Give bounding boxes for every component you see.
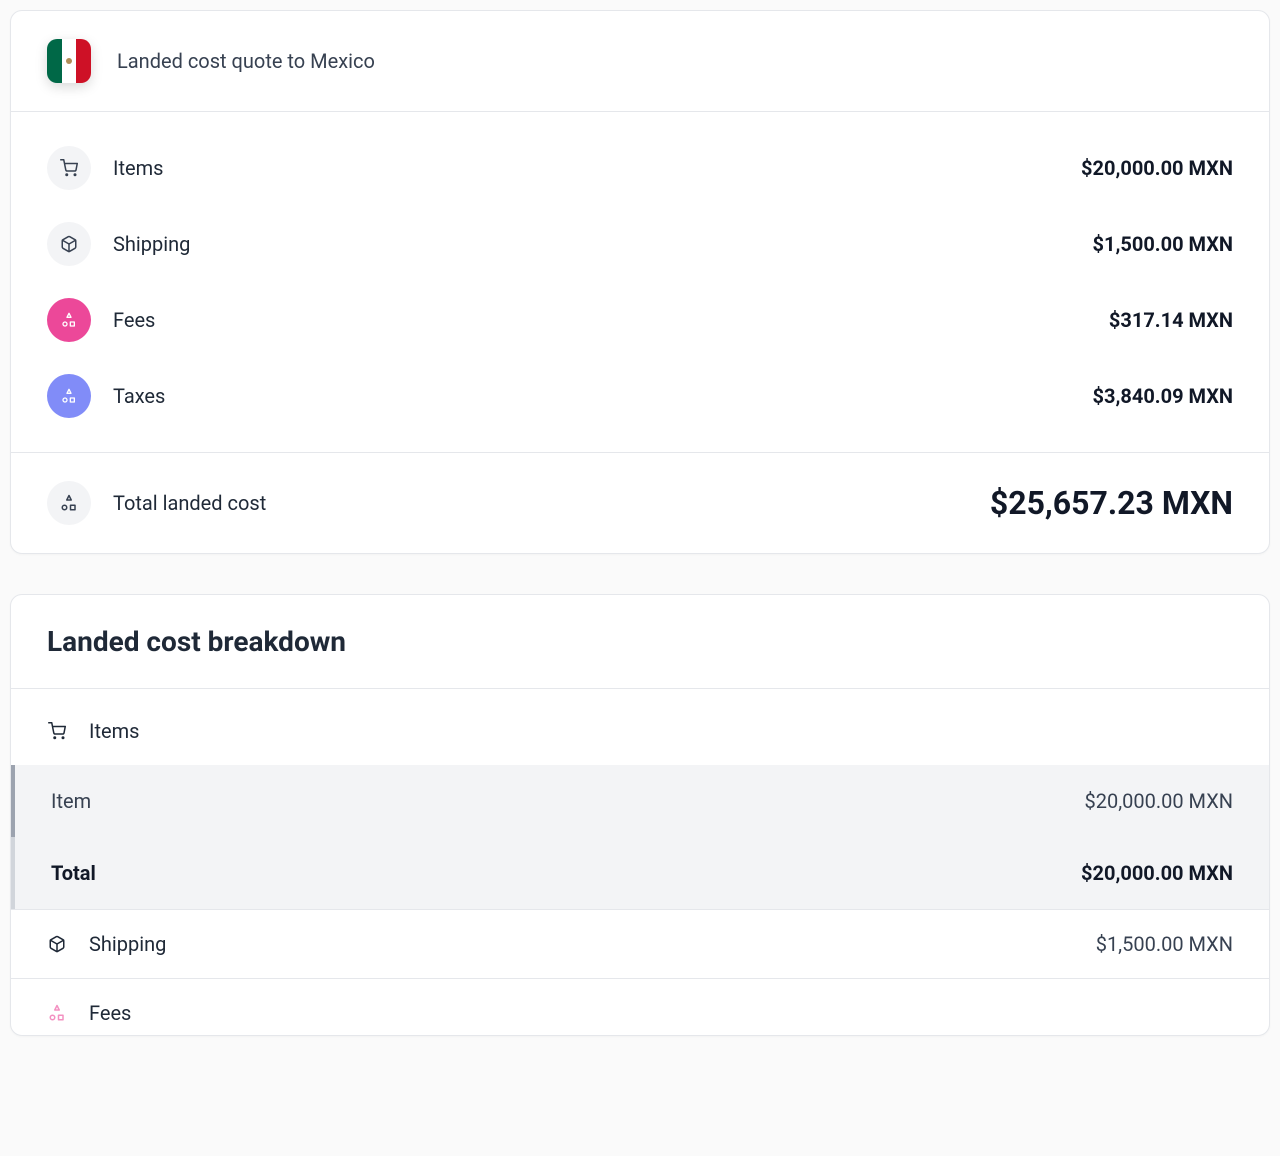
shapes-icon bbox=[47, 481, 91, 525]
summary-row-shipping: Shipping $1,500.00 MXN bbox=[47, 206, 1233, 282]
cart-icon bbox=[47, 722, 67, 740]
section-value: $1,500.00 MXN bbox=[1096, 932, 1233, 956]
summary-row-fees: Fees $317.14 MXN bbox=[47, 282, 1233, 358]
summary-body: Items $20,000.00 MXN Shipping $1,500.00 … bbox=[11, 112, 1269, 453]
cart-icon bbox=[47, 146, 91, 190]
section-label: Items bbox=[89, 719, 139, 743]
breakdown-title: Landed cost breakdown bbox=[47, 625, 1233, 658]
total-value: $20,000.00 MXN bbox=[1081, 861, 1233, 885]
breakdown-section-shipping: Shipping $1,500.00 MXN bbox=[11, 909, 1269, 978]
breakdown-items-line: Item $20,000.00 MXN bbox=[11, 765, 1269, 837]
row-label: Items bbox=[113, 156, 1081, 180]
line-value: $20,000.00 MXN bbox=[1084, 789, 1233, 813]
row-value: $3,840.09 MXN bbox=[1093, 384, 1234, 408]
summary-title: Landed cost quote to Mexico bbox=[117, 49, 375, 73]
box-icon bbox=[47, 935, 67, 953]
total-label: Total bbox=[51, 861, 96, 885]
total-value: $25,657.23 MXN bbox=[990, 484, 1233, 522]
row-value: $20,000.00 MXN bbox=[1081, 156, 1233, 180]
summary-total: Total landed cost $25,657.23 MXN bbox=[11, 453, 1269, 553]
shapes-icon bbox=[47, 298, 91, 342]
summary-row-items: Items $20,000.00 MXN bbox=[47, 130, 1233, 206]
row-value: $317.14 MXN bbox=[1109, 308, 1233, 332]
summary-card: Landed cost quote to Mexico Items $20,00… bbox=[10, 10, 1270, 554]
shapes-icon bbox=[47, 374, 91, 418]
summary-row-taxes: Taxes $3,840.09 MXN bbox=[47, 358, 1233, 434]
section-label: Fees bbox=[89, 1001, 131, 1025]
breakdown-items-total: Total $20,000.00 MXN bbox=[11, 837, 1269, 909]
row-label: Taxes bbox=[113, 384, 1093, 408]
mexico-flag-icon bbox=[47, 39, 91, 83]
breakdown-header: Landed cost breakdown bbox=[11, 595, 1269, 689]
shapes-icon bbox=[47, 1004, 67, 1022]
row-value: $1,500.00 MXN bbox=[1093, 232, 1234, 256]
summary-header: Landed cost quote to Mexico bbox=[11, 11, 1269, 112]
breakdown-section-items: Items bbox=[11, 689, 1269, 765]
breakdown-card: Landed cost breakdown Items Item $20,000… bbox=[10, 594, 1270, 1036]
total-label: Total landed cost bbox=[113, 491, 990, 515]
box-icon bbox=[47, 222, 91, 266]
row-label: Shipping bbox=[113, 232, 1093, 256]
section-label: Shipping bbox=[89, 932, 166, 956]
breakdown-section-fees: Fees bbox=[11, 978, 1269, 1035]
line-label: Item bbox=[51, 789, 91, 813]
row-label: Fees bbox=[113, 308, 1109, 332]
